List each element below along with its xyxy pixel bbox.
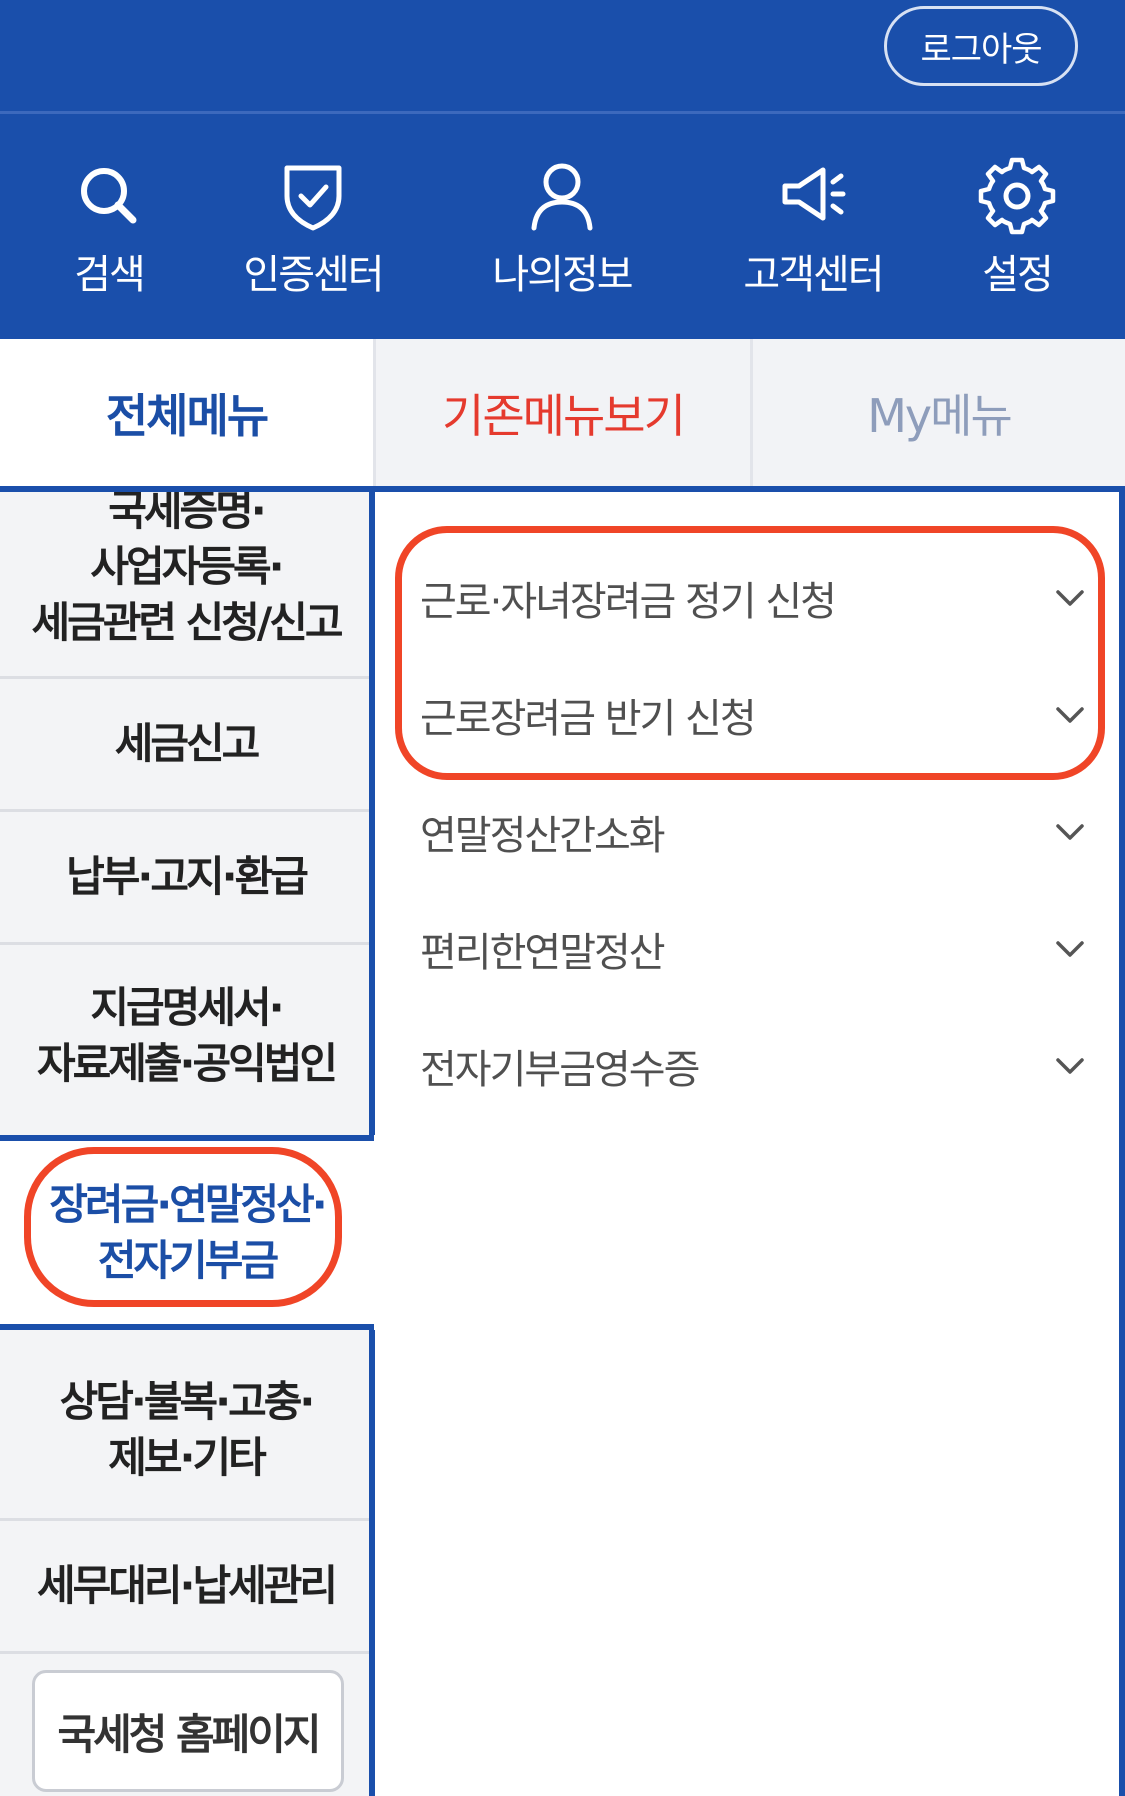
sidebar-item-certificates[interactable]: 국세증명· 사업자등록· 세금관련 신청/신고 xyxy=(0,492,372,666)
sidebar-border xyxy=(369,1330,375,1796)
submenu-item-label: 연말정산간소화 xyxy=(420,813,666,859)
tab-all-menu[interactable]: 전체메뉴 xyxy=(0,339,373,486)
highlight-circle xyxy=(395,526,1105,780)
submenu-item-easy-year-end[interactable]: 편리한연말정산 xyxy=(420,909,1090,989)
submenu-item-donation-receipt[interactable]: 전자기부금영수증 xyxy=(420,1026,1090,1106)
nav-settings-button[interactable]: 설정 xyxy=(922,156,1112,316)
sidebar-item-payment-statements[interactable]: 지급명세서· 자료제출·공익법인 xyxy=(0,945,372,1127)
shield-check-icon xyxy=(284,165,342,231)
submenu-item-year-end-simplified[interactable]: 연말정산간소화 xyxy=(420,792,1090,872)
chevron-down-icon xyxy=(1050,929,1090,969)
sidebar-item-label: 세금신고 xyxy=(114,719,261,768)
sidebar-item-label: 제보·기타 xyxy=(108,1433,267,1482)
sidebar-item-label: 세금관련 신청/신고 xyxy=(31,598,343,647)
person-icon xyxy=(531,163,593,231)
sidebar-item-payment-refund[interactable]: 납부·고지·환급 xyxy=(0,812,372,942)
submenu-item-label: 전자기부금영수증 xyxy=(420,1047,700,1093)
top-bar: 로그아웃 xyxy=(0,0,1125,112)
nav-settings-label: 설정 xyxy=(982,252,1054,298)
nav-search-button[interactable]: 검색 xyxy=(14,156,204,316)
sidebar-item-label: 국세증명· xyxy=(108,492,267,535)
logout-button[interactable]: 로그아웃 xyxy=(884,6,1078,86)
highlight-circle xyxy=(24,1147,342,1307)
sidebar-item-tax-agent[interactable]: 세무대리·납세관리 xyxy=(0,1521,372,1651)
sidebar-item-consultation[interactable]: 상담·불복·고충· 제보·기타 xyxy=(0,1335,372,1525)
nav-my-info-button[interactable]: 나의정보 xyxy=(467,156,657,316)
content-right-border xyxy=(1119,486,1125,1796)
sidebar-item-label: 사업자등록· xyxy=(90,542,284,591)
sidebar-item-label: 지급명세서· xyxy=(90,983,284,1032)
nav-search-label: 검색 xyxy=(74,252,146,298)
nav-auth-center-label: 인증센터 xyxy=(243,252,384,298)
tab-my-menu[interactable]: My메뉴 xyxy=(753,339,1125,486)
tab-legacy-menu[interactable]: 기존메뉴보기 xyxy=(376,339,750,486)
submenu-item-label: 편리한연말정산 xyxy=(420,930,666,976)
sidebar-item-tax-filing[interactable]: 세금신고 xyxy=(0,679,372,809)
sidebar-divider xyxy=(0,1651,372,1654)
gear-icon xyxy=(978,157,1056,235)
nts-homepage-button[interactable]: 국세청 홈페이지 xyxy=(32,1670,344,1792)
chevron-down-icon xyxy=(1050,812,1090,852)
sidebar-item-label: 자료제출·공익법인 xyxy=(36,1039,338,1088)
search-icon xyxy=(81,168,137,224)
nav-auth-center-button[interactable]: 인증센터 xyxy=(218,156,408,316)
nav-customer-center-label: 고객센터 xyxy=(743,252,884,298)
nav-my-info-label: 나의정보 xyxy=(492,252,633,298)
sidebar-item-label: 세무대리·납세관리 xyxy=(36,1561,338,1610)
megaphone-icon xyxy=(782,167,846,221)
sidebar-item-label: 상담·불복·고충· xyxy=(59,1377,316,1426)
sidebar-border xyxy=(369,486,375,1135)
nav-customer-center-button[interactable]: 고객센터 xyxy=(718,156,908,316)
menu-tab-bar: 전체메뉴 기존메뉴보기 My메뉴 xyxy=(0,339,1125,486)
chevron-down-icon xyxy=(1050,1046,1090,1086)
icon-navigation-bar: 검색 인증센터 나의정보 고객센터 설정 xyxy=(0,114,1125,339)
sidebar-item-label: 납부·고지·환급 xyxy=(66,852,309,901)
